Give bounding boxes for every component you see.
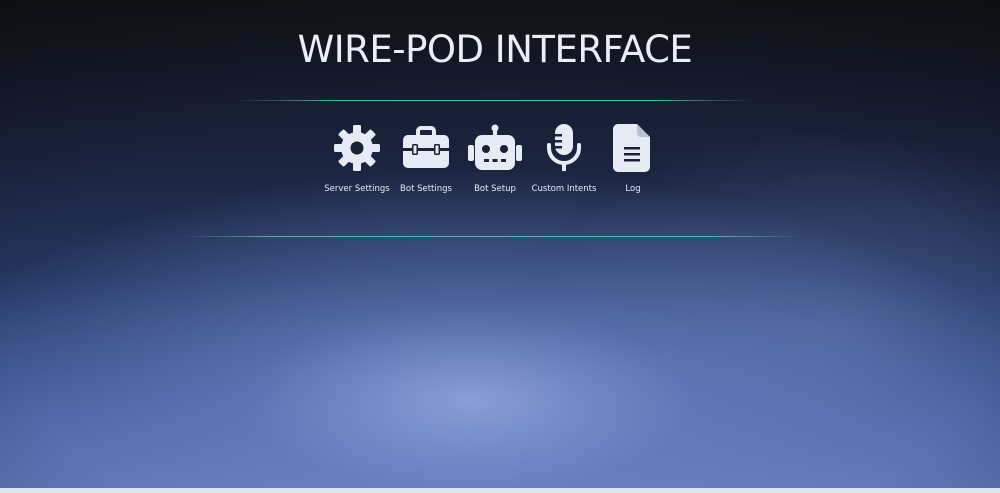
microphone-icon — [534, 122, 594, 174]
nav-item-label: Bot Setup — [474, 184, 516, 194]
document-icon — [603, 122, 663, 174]
background-vignette — [0, 0, 1000, 493]
nav-item-custom-intents[interactable]: Custom Intents — [530, 122, 599, 194]
bottom-divider — [180, 236, 805, 237]
nav-item-label: Bot Settings — [400, 184, 452, 194]
bottom-edge — [0, 488, 1000, 493]
top-divider — [235, 100, 755, 101]
nav-item-label: Custom Intents — [531, 184, 597, 194]
robot-icon — [465, 122, 525, 174]
nav-item-bot-setup[interactable]: Bot Setup — [461, 122, 530, 194]
nav-item-label: Server Settings — [324, 184, 390, 194]
page-title: WIRE-POD INTERFACE — [297, 28, 693, 71]
nav-item-log[interactable]: Log — [599, 122, 668, 194]
gear-icon — [327, 122, 387, 174]
nav-item-server-settings[interactable]: Server Settings — [323, 122, 392, 194]
toolbox-icon — [396, 122, 456, 174]
main-nav: Server Settings Bot Settings Bot Setup C… — [0, 122, 990, 194]
nav-item-label: Log — [625, 184, 641, 194]
nav-item-bot-settings[interactable]: Bot Settings — [392, 122, 461, 194]
